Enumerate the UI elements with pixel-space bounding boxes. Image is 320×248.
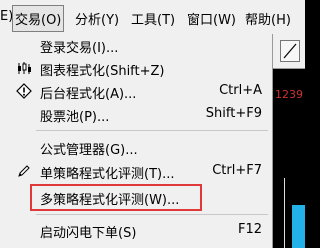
menu-item-label: 股票池(P)... [40, 110, 110, 125]
menu-item-chart-program[interactable]: 图表程式化(Shift+Z) [0, 57, 272, 79]
menu-item-single-strategy-eval[interactable]: 单策略程式化评测(T)... Ctrl+F7 [0, 160, 272, 182]
menu-tools[interactable]: 工具(T) [131, 9, 175, 28]
line-tool-icon [283, 43, 297, 59]
menu-item-stock-pool[interactable]: 股票池(P)... Shift+F9 [0, 103, 272, 125]
menu-item-label: 公式管理器(G)... [40, 143, 138, 158]
toolbar-button[interactable] [280, 40, 300, 62]
menu-item-label: 后台程式化(A)... [40, 87, 137, 102]
highlight-box [30, 184, 202, 211]
menu-item-background-program[interactable]: 后台程式化(A)... Ctrl+A [0, 80, 272, 102]
menu-item-shortcut: Ctrl+F7 [212, 163, 262, 178]
trade-dropdown-menu: 登录交易(I)... 图表程式化(Shift+Z) 后台程式化(A)... Ct… [0, 34, 273, 248]
menu-item-shortcut: F12 [237, 222, 262, 237]
menu-trade[interactable]: 交易(O) [12, 5, 65, 32]
warning-diamond-icon [16, 83, 32, 99]
menu-window[interactable]: 窗口(W) [187, 9, 236, 28]
menu-item-shortcut: Ctrl+A [219, 83, 262, 98]
menu-item-login-trade[interactable]: 登录交易(I)... [0, 34, 272, 56]
menu-item-formula-manager[interactable]: 公式管理器(G)... [0, 136, 272, 158]
background-price-text: 1239 [275, 88, 303, 101]
pencil-icon [16, 163, 32, 179]
menu-separator [36, 130, 268, 131]
menu-analysis[interactable]: 分析(Y) [75, 9, 119, 28]
menu-item-flash-order[interactable]: 启动闪电下单(S) F12 [0, 219, 272, 241]
menu-item-partial[interactable]: …………… [0, 241, 272, 248]
menu-bar: E) 交易(O) 分析(Y) 工具(T) 窗口(W) 帮助(H) [0, 0, 305, 34]
menu-help[interactable]: 帮助(H) [245, 9, 291, 28]
chart-bars-icon [16, 60, 32, 76]
menu-item-label: 单策略程式化评测(T)... [40, 167, 175, 182]
chart-gridline [284, 178, 285, 248]
menu-item-label: 启动闪电下单(S) [40, 226, 137, 241]
menu-separator [36, 214, 268, 215]
chart-bar [292, 205, 305, 248]
menu-item-label: …………… [40, 241, 105, 248]
menu-item-label: 登录交易(I)... [40, 41, 119, 56]
toolbar-area [272, 34, 305, 69]
menu-item-shortcut: Shift+F9 [205, 106, 262, 121]
menu-item-label: 图表程式化(Shift+Z) [40, 64, 165, 79]
